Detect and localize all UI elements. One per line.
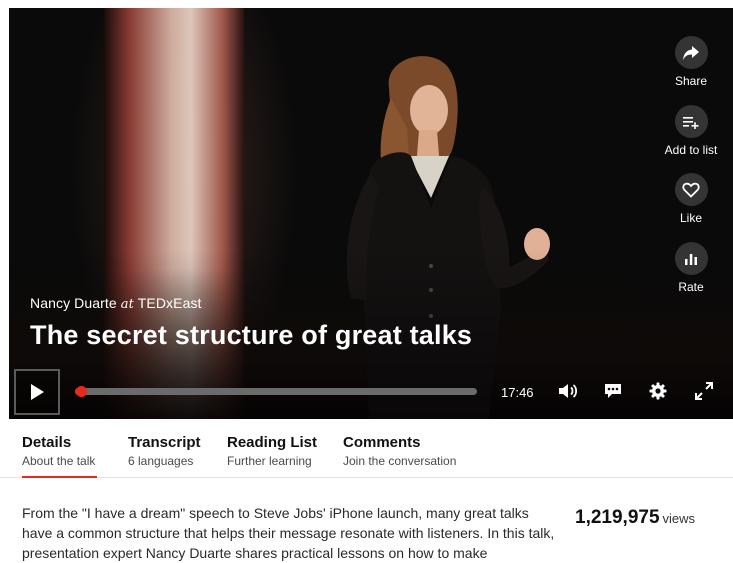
progress-bar[interactable] bbox=[75, 386, 477, 397]
event-name: TEDxEast bbox=[137, 295, 202, 311]
share-button[interactable]: Share bbox=[649, 36, 733, 88]
like-button[interactable]: Like bbox=[649, 173, 733, 225]
tab-transcript[interactable]: Transcript 6 languages bbox=[128, 434, 201, 468]
share-label: Share bbox=[674, 74, 708, 88]
progress-handle[interactable] bbox=[76, 386, 87, 397]
play-icon bbox=[31, 384, 44, 400]
tab-subtitle: Join the conversation bbox=[343, 454, 457, 468]
add-to-list-icon bbox=[683, 116, 699, 129]
video-controls: 17:46 bbox=[9, 364, 733, 419]
share-icon bbox=[683, 45, 699, 60]
captions-icon bbox=[605, 384, 621, 398]
tab-details[interactable]: Details About the talk bbox=[22, 434, 97, 478]
video-player[interactable]: Nancy Duarte at TEDxEast The secret stru… bbox=[9, 8, 733, 419]
tab-title: Comments bbox=[343, 434, 421, 451]
gear-icon bbox=[649, 382, 667, 400]
like-label: Like bbox=[679, 211, 702, 225]
fullscreen-button[interactable] bbox=[692, 380, 716, 402]
tab-subtitle: 6 languages bbox=[128, 454, 194, 468]
tab-title: Reading List bbox=[227, 434, 318, 451]
tab-subtitle: Further learning bbox=[227, 454, 312, 468]
add-to-list-label: Add to list bbox=[664, 143, 718, 157]
rate-label: Rate bbox=[678, 280, 704, 294]
volume-icon bbox=[559, 384, 578, 398]
captions-button[interactable] bbox=[601, 380, 625, 402]
talk-title: The secret structure of great talks bbox=[30, 320, 473, 350]
active-tab-indicator bbox=[22, 476, 97, 478]
tab-title: Transcript bbox=[128, 434, 201, 451]
rate-icon bbox=[685, 253, 697, 265]
duration-text: 17:46 bbox=[501, 385, 534, 400]
view-count: 1,219,975 views bbox=[575, 507, 695, 529]
add-to-list-button[interactable]: Add to list bbox=[649, 105, 733, 157]
heart-icon bbox=[682, 182, 700, 198]
tab-reading-list[interactable]: Reading List Further learning bbox=[227, 434, 317, 468]
speaker-name: Nancy Duarte bbox=[30, 295, 117, 311]
play-button[interactable] bbox=[14, 369, 60, 415]
rate-button[interactable]: Rate bbox=[649, 242, 733, 294]
tab-subtitle: About the talk bbox=[22, 454, 96, 468]
view-count-number: 1,219,975 bbox=[575, 507, 660, 528]
volume-button[interactable] bbox=[556, 380, 580, 402]
talk-tabs: Details About the talk Transcript 6 lang… bbox=[0, 419, 733, 478]
fullscreen-icon bbox=[695, 382, 713, 400]
at-word: at bbox=[120, 297, 134, 312]
view-count-label: views bbox=[662, 511, 696, 526]
video-frame[interactable] bbox=[9, 8, 733, 419]
talk-byline: Nancy Duarte at TEDxEast bbox=[30, 295, 202, 312]
tab-title: Details bbox=[22, 434, 72, 451]
tab-comments[interactable]: Comments Join the conversation bbox=[343, 434, 456, 468]
settings-button[interactable] bbox=[646, 380, 670, 402]
talk-description: From the "I have a dream" speech to Stev… bbox=[22, 505, 555, 561]
